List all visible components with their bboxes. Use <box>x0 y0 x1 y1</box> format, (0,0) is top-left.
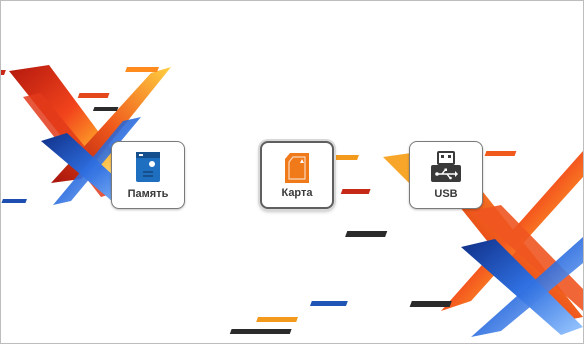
usb-icon <box>429 150 463 184</box>
source-select-screen: Память Карта USB <box>0 0 584 344</box>
source-memory-button[interactable]: Память <box>111 141 185 209</box>
source-memory-label: Память <box>127 188 169 200</box>
source-usb-label: USB <box>434 188 458 200</box>
source-card-label: Карта <box>281 187 313 199</box>
sd-card-icon <box>280 151 314 185</box>
source-card-button[interactable]: Карта <box>260 141 334 209</box>
binder-icon <box>131 150 165 184</box>
source-usb-button[interactable]: USB <box>409 141 483 209</box>
